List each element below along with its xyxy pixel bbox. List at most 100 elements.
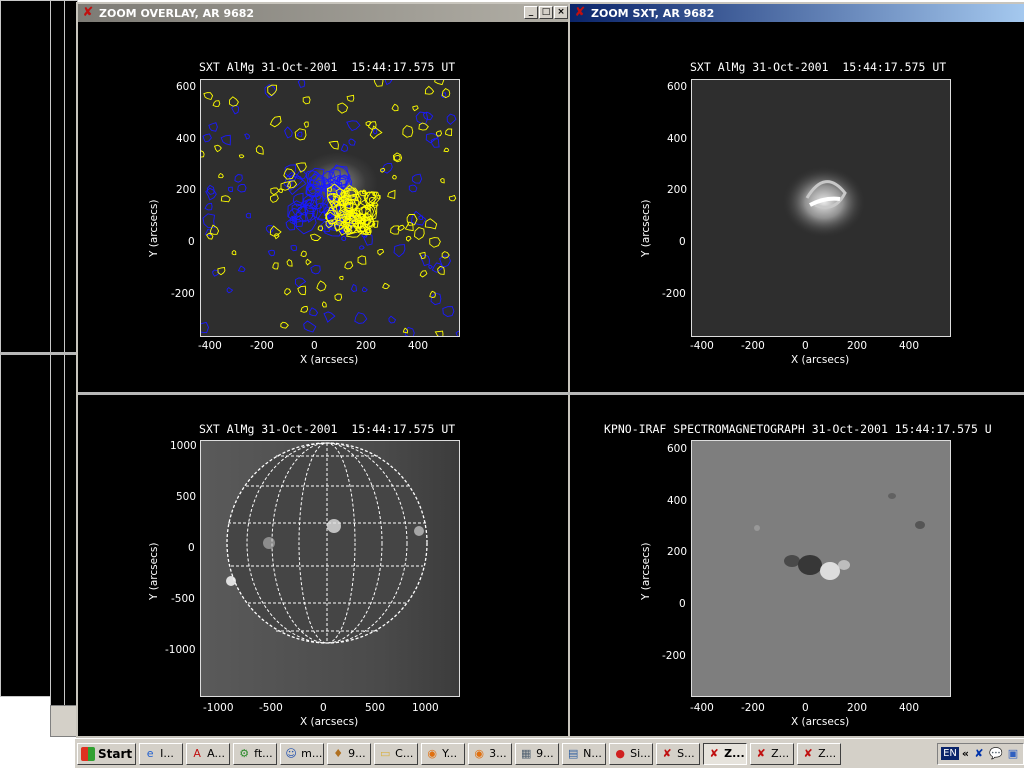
full-disk-plot[interactable] <box>200 440 460 697</box>
sxt-image-plot[interactable] <box>691 79 951 337</box>
close-button[interactable]: × <box>554 6 568 19</box>
magnetogram-plot[interactable] <box>691 440 951 697</box>
taskbar-button[interactable]: ✘ S... <box>656 742 701 765</box>
contour-line <box>354 312 368 324</box>
contour-line <box>220 134 231 146</box>
ftp-icon: ⚙ <box>239 746 250 760</box>
taskbar-button[interactable]: ▭ C... <box>374 742 419 765</box>
contour-line <box>309 307 319 317</box>
x-tick: -500 <box>259 702 283 714</box>
taskbar-button-label: m... <box>301 747 323 760</box>
firefox-icon: ◉ <box>427 746 437 760</box>
contour-line <box>317 225 324 232</box>
idl-window-icon: ✘ <box>574 5 586 20</box>
idl-window-icon: ✘ <box>82 5 94 20</box>
taskbar-button[interactable]: ◉ 3... <box>468 742 513 765</box>
app-icon: ♦ <box>333 746 344 760</box>
idl-tray-icon[interactable]: ✘ <box>972 747 986 761</box>
contour-line <box>202 133 212 143</box>
network-icon[interactable]: ▣ <box>1006 747 1020 761</box>
taskbar-button[interactable]: ✘ Z... <box>750 742 795 765</box>
language-indicator[interactable]: EN <box>941 747 959 760</box>
taskbar-button[interactable]: ▤ N... <box>562 742 607 765</box>
taskbar-button[interactable]: ◉ Y... <box>421 742 466 765</box>
taskbar-button-label: 9... <box>348 747 366 760</box>
y-tick: 200 <box>667 184 688 196</box>
background-window-1[interactable] <box>0 0 52 697</box>
tray-expand-chevron[interactable]: « <box>962 747 969 760</box>
contour-line <box>214 144 222 153</box>
chat-bubble-icon[interactable]: 💬 <box>989 747 1003 761</box>
full-disk-panel: SXT AlMg 31-Oct-2001 15:44:17.575 UT 100… <box>78 395 568 738</box>
contour-line <box>255 145 264 155</box>
contour-line <box>402 125 414 138</box>
taskbar-button-label: N... <box>583 747 602 760</box>
contour-line <box>424 218 438 230</box>
zoom-sxt-title: ZOOM SXT, AR 9682 <box>591 6 715 20</box>
maximize-button[interactable]: □ <box>539 6 553 19</box>
contour-line <box>393 154 401 161</box>
taskbar-button[interactable]: A A... <box>186 742 231 765</box>
taskbar-button[interactable]: ✘ Z... <box>797 742 842 765</box>
idl-icon: ✘ <box>803 746 813 760</box>
contour-line <box>411 173 423 184</box>
contour-line <box>303 121 309 128</box>
contour-line <box>418 122 429 131</box>
contour-line <box>384 77 393 86</box>
background-window-tab[interactable] <box>50 705 78 737</box>
contour-line <box>244 133 250 140</box>
taskbar-button[interactable]: ● Si... <box>609 742 654 765</box>
taskbar-button[interactable]: ⚙ ft... <box>233 742 278 765</box>
zoom-sxt-titlebar[interactable]: ✘ ZOOM SXT, AR 9682 <box>570 4 1024 22</box>
sxt-contour-plot[interactable] <box>196 75 463 338</box>
contour-line <box>388 315 397 324</box>
taskbar-button[interactable]: ♦ 9... <box>327 742 372 765</box>
zoom-overlay-titlebar[interactable]: ✘ ZOOM OVERLAY, AR 9682 _ □ × <box>78 4 570 22</box>
contour-line <box>302 96 311 105</box>
sxt-flare-image <box>782 166 866 238</box>
background-divider <box>0 352 76 355</box>
contour-line <box>435 130 442 137</box>
x-tick: -200 <box>741 702 765 714</box>
contour-line <box>430 292 442 306</box>
contour-line <box>204 202 213 211</box>
x-tick: -400 <box>198 340 222 352</box>
taskbar-button[interactable]: ✘ Z... <box>703 742 748 765</box>
contour-line <box>265 225 274 233</box>
contour-line <box>442 306 455 317</box>
contour-line <box>280 321 289 329</box>
taskbar-button[interactable]: ▦ 9... <box>515 742 560 765</box>
contour-line <box>404 221 414 232</box>
y-tick: -200 <box>171 288 195 300</box>
x-tick: -200 <box>741 340 765 352</box>
y-tick: -1000 <box>165 644 196 656</box>
contour-line <box>284 126 293 139</box>
y-tick: 0 <box>188 236 195 248</box>
start-button[interactable]: Start <box>77 742 137 765</box>
x-tick: -1000 <box>203 702 234 714</box>
y-tick: 500 <box>176 491 197 503</box>
x-axis-label: X (arcsecs) <box>300 354 359 366</box>
taskbar-button[interactable]: ☺ m... <box>280 742 325 765</box>
contour-line <box>359 245 365 250</box>
panel-title: SXT AlMg 31-Oct-2001 15:44:17.575 UT <box>199 60 456 74</box>
contour-line <box>357 255 367 265</box>
y-axis-label: Y (arcsecs) <box>148 542 160 600</box>
taskbar: Start e I... A A... ⚙ ft... ☺ m... ♦ 9... ▭ C... ◉ Y.… <box>75 738 1024 768</box>
contour-line <box>196 150 205 158</box>
minimize-button[interactable]: _ <box>524 6 538 19</box>
contour-line <box>363 233 373 246</box>
zoom-overlay-title: ZOOM OVERLAY, AR 9682 <box>99 6 255 20</box>
adobe-icon: A <box>193 746 201 760</box>
contour-line <box>203 92 214 101</box>
contour-line <box>264 84 277 98</box>
contour-line <box>405 235 412 242</box>
y-tick: 200 <box>667 546 688 558</box>
contour-line <box>430 138 440 148</box>
firefox-icon: ◉ <box>474 746 484 760</box>
contour-line <box>340 143 349 152</box>
panel-title: KPNO-IRAF SPECTROMAGNETOGRAPH 31-Oct-200… <box>604 422 992 436</box>
taskbar-button[interactable]: e I... <box>139 742 184 765</box>
contour-line <box>339 275 344 281</box>
contour-line <box>361 286 368 293</box>
